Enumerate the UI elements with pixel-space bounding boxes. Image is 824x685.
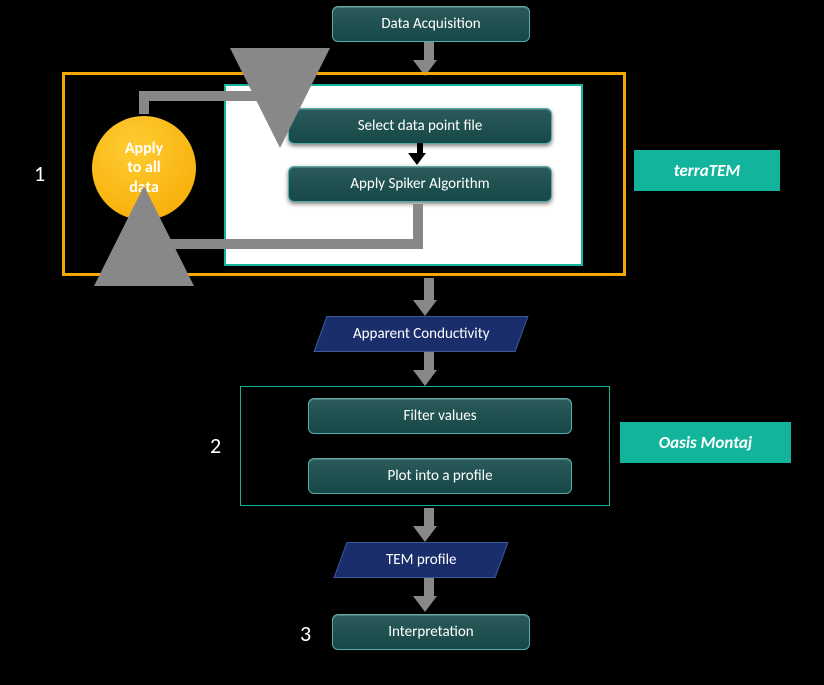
label-apparent-conductivity: Apparent Conductivity [353, 325, 490, 343]
tag-oasis-montaj: Oasis Montaj [620, 422, 791, 463]
box-filter-values: Filter values [308, 398, 572, 434]
box-apparent-conductivity: Apparent Conductivity [313, 316, 528, 352]
label-apply-all: Apply to all data [125, 139, 163, 197]
box-plot-profile: Plot into a profile [308, 458, 572, 494]
label-data-acquisition: Data Acquisition [381, 15, 480, 33]
label-select-file: Select data point file [358, 117, 483, 135]
stage2-number: 2 [210, 432, 221, 459]
box-apply-spiker: Apply Spiker Algorithm [288, 166, 552, 202]
box-interpretation: Interpretation [332, 614, 530, 650]
box-select-file: Select data point file [288, 108, 552, 144]
label-tem-profile: TEM profile [386, 551, 456, 569]
label-apply-spiker: Apply Spiker Algorithm [350, 175, 489, 193]
box-tem-profile: TEM profile [333, 542, 508, 578]
label-filter-values: Filter values [403, 407, 476, 425]
label-terratem: terraTEM [674, 160, 741, 181]
stage3-number: 3 [300, 620, 311, 647]
circle-apply-all: Apply to all data [92, 116, 196, 220]
stage1-number: 1 [34, 160, 45, 187]
label-plot-profile: Plot into a profile [387, 467, 492, 485]
tag-terratem: terraTEM [634, 150, 780, 191]
label-interpretation: Interpretation [388, 623, 473, 641]
label-oasis-montaj: Oasis Montaj [659, 432, 752, 453]
box-data-acquisition: Data Acquisition [332, 6, 530, 42]
